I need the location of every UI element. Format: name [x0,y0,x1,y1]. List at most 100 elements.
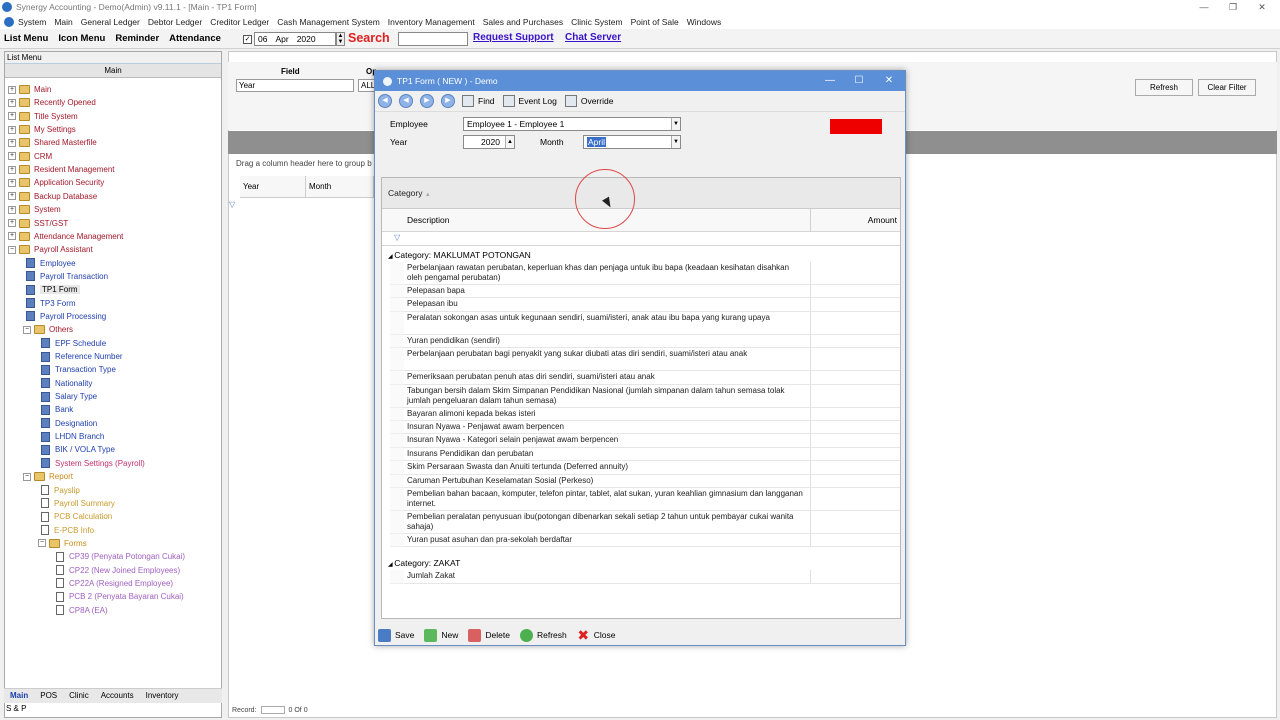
row-indicator[interactable] [390,384,404,408]
deduction-row[interactable]: Caruman Pertubuhan Keselamatan Sosial (P… [404,474,900,488]
row-indicator[interactable] [390,334,404,349]
row-indicator[interactable] [390,298,404,312]
tree-item[interactable]: − Forms [38,537,87,550]
deduction-row[interactable]: Perbelanjaan perubatan bagi penyakit yan… [404,348,900,372]
amount-cell[interactable] [810,407,811,420]
chat-server-link[interactable]: Chat Server [565,32,621,43]
icon-menu-button[interactable]: Icon Menu [58,33,105,44]
row-indicator[interactable] [390,488,404,511]
group-by-category-chip[interactable]: Category ▲ [385,186,445,201]
tree-item[interactable]: − Others [23,323,73,336]
amount-cell[interactable] [810,421,811,434]
category-group-row[interactable]: ◢ Category: ZAKAT [388,558,460,568]
date-field[interactable]: 06 Apr 2020 [254,32,336,46]
row-indicator[interactable] [390,461,404,475]
amount-cell[interactable] [810,285,811,298]
column-header-description[interactable]: Description [407,215,450,225]
tree-item[interactable]: CP22 (New Joined Employees) [53,564,180,577]
deduction-row[interactable]: Insuran Nyawa - Penjawat awam berpencen [404,421,900,435]
reminder-button[interactable]: Reminder [115,33,159,44]
tree-item[interactable]: + Recently Opened [8,96,96,109]
amount-cell[interactable] [810,311,811,334]
chevron-down-icon[interactable]: ▼ [671,118,680,130]
row-indicator[interactable] [390,348,404,372]
menu-clinic[interactable]: Clinic System [571,17,622,27]
column-header-month[interactable]: Month [306,176,374,198]
deduction-row[interactable]: Perbelanjaan rawatan perubatan, keperlua… [404,262,900,285]
menu-sales-purchases[interactable]: Sales and Purchases [483,17,563,27]
menu-pos[interactable]: Point of Sale [631,17,679,27]
date-checkbox[interactable]: ✓ [243,34,252,44]
tree-item[interactable]: EPF Schedule [38,337,106,350]
record-input[interactable] [260,706,285,714]
collapse-icon[interactable]: − [38,539,46,548]
deduction-row[interactable]: Pembelian peralatan penyusuan ibu(potong… [404,511,900,534]
tree-item[interactable]: Nationality [38,377,92,390]
filter-icon[interactable]: ▽ [394,233,400,242]
row-indicator[interactable] [390,511,404,534]
deduction-row[interactable]: Insuran Nyawa - Kategori selain penjawat… [404,434,900,448]
row-indicator[interactable] [390,371,404,385]
tree-item[interactable]: E-PCB Info [38,524,94,537]
tab-pos[interactable]: POS [34,689,63,703]
tree-item[interactable]: PCB 2 (Penyata Bayaran Cukai) [53,590,184,603]
tab-clinic[interactable]: Clinic [63,689,95,703]
tree-item[interactable]: TP3 Form [23,297,76,310]
date-spin-icon[interactable]: ▲ ▼ [336,32,345,46]
tree-item[interactable]: PCB Calculation [38,510,112,523]
close-button[interactable]: ✖ Close [577,628,615,642]
expand-icon[interactable]: + [8,219,16,227]
amount-cell[interactable] [810,384,811,407]
close-window-icon[interactable]: ✕ [1248,0,1276,14]
amount-cell[interactable] [810,434,811,447]
menu-creditor-ledger[interactable]: Creditor Ledger [210,17,269,27]
new-button[interactable]: New [424,628,458,642]
deduction-row[interactable]: Pelepasan ibu [404,298,900,312]
tab-accounts[interactable]: Accounts [95,689,140,703]
menu-general-ledger[interactable]: General Ledger [81,17,140,27]
row-indicator[interactable] [390,262,404,285]
row-indicator[interactable] [390,421,404,435]
row-indicator[interactable] [390,447,404,462]
first-record-icon[interactable]: ◀ [378,94,392,108]
filter-icon[interactable]: ▽ [229,200,235,209]
tree-item[interactable]: Payroll Processing [23,310,106,323]
menu-windows[interactable]: Windows [687,17,721,27]
tree-item[interactable]: Payroll Transaction [23,270,108,283]
tree-item[interactable]: + CRM [8,150,52,163]
amount-cell[interactable] [810,474,811,487]
amount-cell[interactable] [810,570,811,583]
list-menu-button[interactable]: List Menu [4,33,48,44]
deduction-row[interactable]: Skim Persaraan Swasta dan Anuiti tertund… [404,461,900,475]
tree-item[interactable]: CP22A (Resigned Employee) [53,577,173,590]
row-indicator[interactable] [390,311,404,335]
amount-cell[interactable] [810,447,811,461]
column-header-amount[interactable]: Amount [868,215,897,225]
amount-cell[interactable] [810,298,811,311]
tree-item[interactable]: − Payroll Assistant [8,243,93,256]
menu-inventory[interactable]: Inventory Management [388,17,475,27]
deduction-row[interactable]: Pemeriksaan perubatan penuh atas diri se… [404,371,900,385]
expand-icon[interactable]: + [8,85,16,94]
tree-item[interactable]: + Main [8,83,51,96]
tree-item[interactable]: CP8A (EA) [53,604,108,617]
year-spinner[interactable]: 2020 ▲ [463,135,515,149]
next-record-icon[interactable]: ▶ [420,94,434,108]
search-input[interactable] [398,32,468,46]
column-header-year[interactable]: Year [240,176,306,198]
deduction-row[interactable]: Insurans Pendidikan dan perubatan [404,447,900,462]
deduction-row[interactable]: Yuran pendidikan (sendiri) [404,334,900,349]
menu-main[interactable]: Main [54,17,72,27]
menu-system[interactable]: System [18,17,46,27]
tree-item[interactable]: + My Settings [8,123,76,136]
amount-cell[interactable] [810,334,811,348]
expand-icon[interactable]: + [8,112,16,121]
refresh-button[interactable]: Refresh [1135,79,1193,96]
tree-item[interactable]: + Backup Database [8,190,97,203]
field-select[interactable]: Year [236,79,354,92]
tab-main[interactable]: Main [4,689,34,703]
menu-debtor-ledger[interactable]: Debtor Ledger [148,17,202,27]
amount-cell[interactable] [810,348,811,371]
find-button[interactable]: Find [462,95,495,107]
previous-record-icon[interactable]: ◀ [399,94,413,108]
